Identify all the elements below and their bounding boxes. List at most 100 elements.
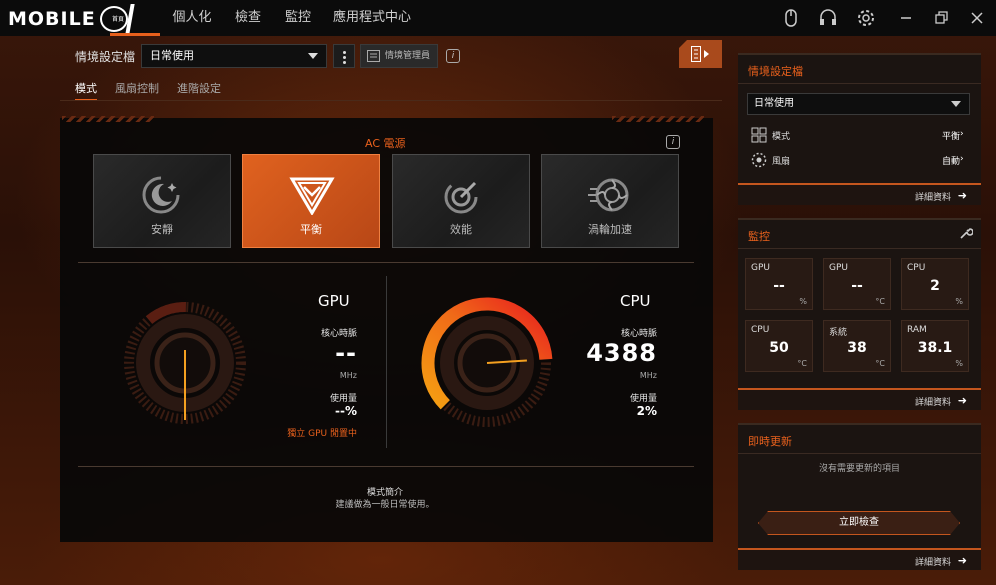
title-bar: MOBILE 首頁 個人化 檢查 監控 應用程式中心 — [0, 0, 996, 36]
close-icon[interactable] — [967, 8, 987, 28]
side-profile-dropdown[interactable]: 日常使用 — [747, 93, 970, 115]
nav-tab-app-center[interactable]: 應用程式中心 — [330, 0, 414, 36]
gpu-gauge — [124, 302, 246, 424]
balanced-icon — [289, 177, 335, 215]
monitor-tile-gpu-usage: GPU --% — [745, 258, 813, 310]
mode-desc-text: 建議做為一般日常使用。 — [335, 500, 435, 510]
cpu-clock-unit: MHz — [639, 371, 657, 380]
arrow-right-icon: ➜ — [957, 189, 967, 202]
performance-icon — [444, 180, 478, 214]
sidebar-toggle-icon — [691, 46, 709, 62]
profile-dropdown[interactable]: 日常使用 — [141, 44, 327, 68]
mode-card-performance[interactable]: 效能 — [392, 154, 530, 248]
cpu-clock-value: 4388 — [586, 339, 657, 367]
mode-card-silent[interactable]: 安靜 — [93, 154, 231, 248]
more-options-button[interactable] — [333, 44, 355, 68]
gpu-cpu-divider — [386, 276, 387, 448]
section-divider — [78, 466, 694, 467]
profile-manager-button[interactable]: 情境管理員 — [360, 44, 438, 68]
monitor-tile-system-temp: 系統 38 °C — [823, 320, 891, 372]
toggle-sidebar-button[interactable] — [679, 40, 722, 68]
gpu-status: 獨立 GPU 閒置中 — [287, 429, 357, 439]
no-updates-message: 沒有需要更新的項目 — [818, 464, 900, 474]
nav-tab-home[interactable]: 首頁 — [110, 0, 160, 36]
section-divider — [78, 262, 694, 263]
cpu-clock-label: 核心時脈 — [620, 329, 657, 339]
list-icon — [367, 50, 380, 62]
mouse-icon[interactable] — [781, 8, 801, 28]
turbo-icon — [588, 178, 629, 212]
monitor-tile-cpu-usage: CPU 2% — [901, 258, 969, 310]
side-profile-details-link[interactable]: 詳細資料 ➜ — [738, 183, 981, 205]
wrench-icon[interactable] — [959, 226, 973, 240]
details-label: 詳細資料 — [914, 193, 951, 203]
side-profile-fan-label: 風扇 — [772, 157, 791, 167]
gpu-usage-value: --% — [335, 404, 357, 418]
ac-power-label: AC 電源 — [365, 137, 406, 150]
gpu-usage-label: 使用量 — [329, 394, 357, 404]
silent-icon — [142, 176, 180, 214]
info-icon[interactable]: i — [446, 49, 460, 63]
cpu-gauge — [421, 297, 553, 427]
panel-divider — [738, 453, 981, 454]
cpu-title: CPU — [620, 292, 651, 310]
subtab-fan-control[interactable]: 風扇控制 — [115, 80, 159, 96]
headset-icon[interactable] — [818, 8, 838, 28]
details-label: 詳細資料 — [914, 398, 951, 408]
details-label: 詳細資料 — [914, 558, 951, 568]
side-profile-selected-value: 日常使用 — [754, 98, 794, 109]
fan-icon — [751, 152, 767, 168]
gpu-clock-unit: MHz — [339, 371, 357, 380]
mode-card-balanced[interactable]: 平衡 — [242, 154, 380, 248]
decor-stripes — [62, 116, 154, 122]
cpu-usage-value: 2% — [636, 404, 657, 418]
decor-stripes — [612, 116, 704, 122]
side-profile-fan-value[interactable]: 自動 — [888, 154, 960, 167]
subtab-advanced[interactable]: 進階設定 — [177, 80, 221, 96]
check-now-button[interactable]: 立即檢查 — [758, 511, 960, 535]
mode-label: 平衡 — [300, 223, 322, 236]
minimize-icon[interactable] — [896, 8, 916, 28]
side-profile-panel: 情境設定檔 日常使用 模式 平衡 › 風扇 自動 › 詳細資料 ➜ — [738, 53, 981, 205]
restore-icon[interactable] — [931, 8, 951, 28]
chevron-down-icon — [308, 53, 318, 59]
side-update-panel: 即時更新 詳細資料 ➜ — [738, 423, 981, 570]
arrow-right-icon: ➜ — [957, 554, 967, 567]
side-update-details-link[interactable]: 詳細資料 ➜ — [738, 548, 981, 570]
gear-icon[interactable] — [856, 8, 876, 28]
chevron-right-icon[interactable]: › — [960, 154, 964, 164]
monitor-tile-cpu-temp: CPU 50 °C — [745, 320, 813, 372]
mode-label: 渦輪加速 — [588, 223, 632, 236]
side-monitor-panel: 監控 GPU --% GPU -- °C CPU 2% CPU 50 °C 系統 38 °C R… — [738, 218, 981, 410]
nav-tab-monitor[interactable]: 監控 — [278, 0, 318, 36]
side-update-header: 即時更新 — [748, 435, 792, 448]
info-icon[interactable]: i — [666, 135, 680, 149]
profile-selected-value: 日常使用 — [150, 49, 194, 62]
chevron-down-icon — [951, 101, 961, 107]
side-profile-mode-label: 模式 — [772, 132, 791, 142]
mode-label: 效能 — [450, 223, 472, 236]
monitor-tile-ram-usage: RAM 38.1% — [901, 320, 969, 372]
chevron-right-icon[interactable]: › — [960, 129, 964, 139]
nav-tab-personalize[interactable]: 個人化 — [166, 0, 218, 36]
side-profile-header: 情境設定檔 — [748, 65, 803, 78]
cpu-usage-label: 使用量 — [629, 394, 657, 404]
mode-label: 安靜 — [151, 223, 173, 236]
profile-label: 情境設定檔 — [75, 50, 136, 64]
profile-manager-label: 情境管理員 — [385, 51, 431, 61]
panel-divider — [738, 83, 981, 84]
side-monitor-header: 監控 — [748, 230, 770, 243]
logo-text: MOBILE — [8, 8, 96, 30]
monitor-tile-gpu-temp: GPU -- °C — [823, 258, 891, 310]
arrow-right-icon: ➜ — [957, 394, 967, 407]
nav-tab-inspect[interactable]: 檢查 — [228, 0, 268, 36]
subtab-mode[interactable]: 模式 — [75, 80, 97, 101]
grid-icon — [751, 127, 767, 143]
side-monitor-details-link[interactable]: 詳細資料 ➜ — [738, 388, 981, 410]
gpu-clock-value: -- — [335, 339, 357, 367]
side-profile-mode-value[interactable]: 平衡 — [888, 129, 960, 142]
panel-divider — [738, 248, 981, 249]
gpu-title: GPU — [318, 292, 350, 310]
gpu-clock-label: 核心時脈 — [320, 329, 357, 339]
mode-card-turbo[interactable]: 渦輪加速 — [541, 154, 679, 248]
